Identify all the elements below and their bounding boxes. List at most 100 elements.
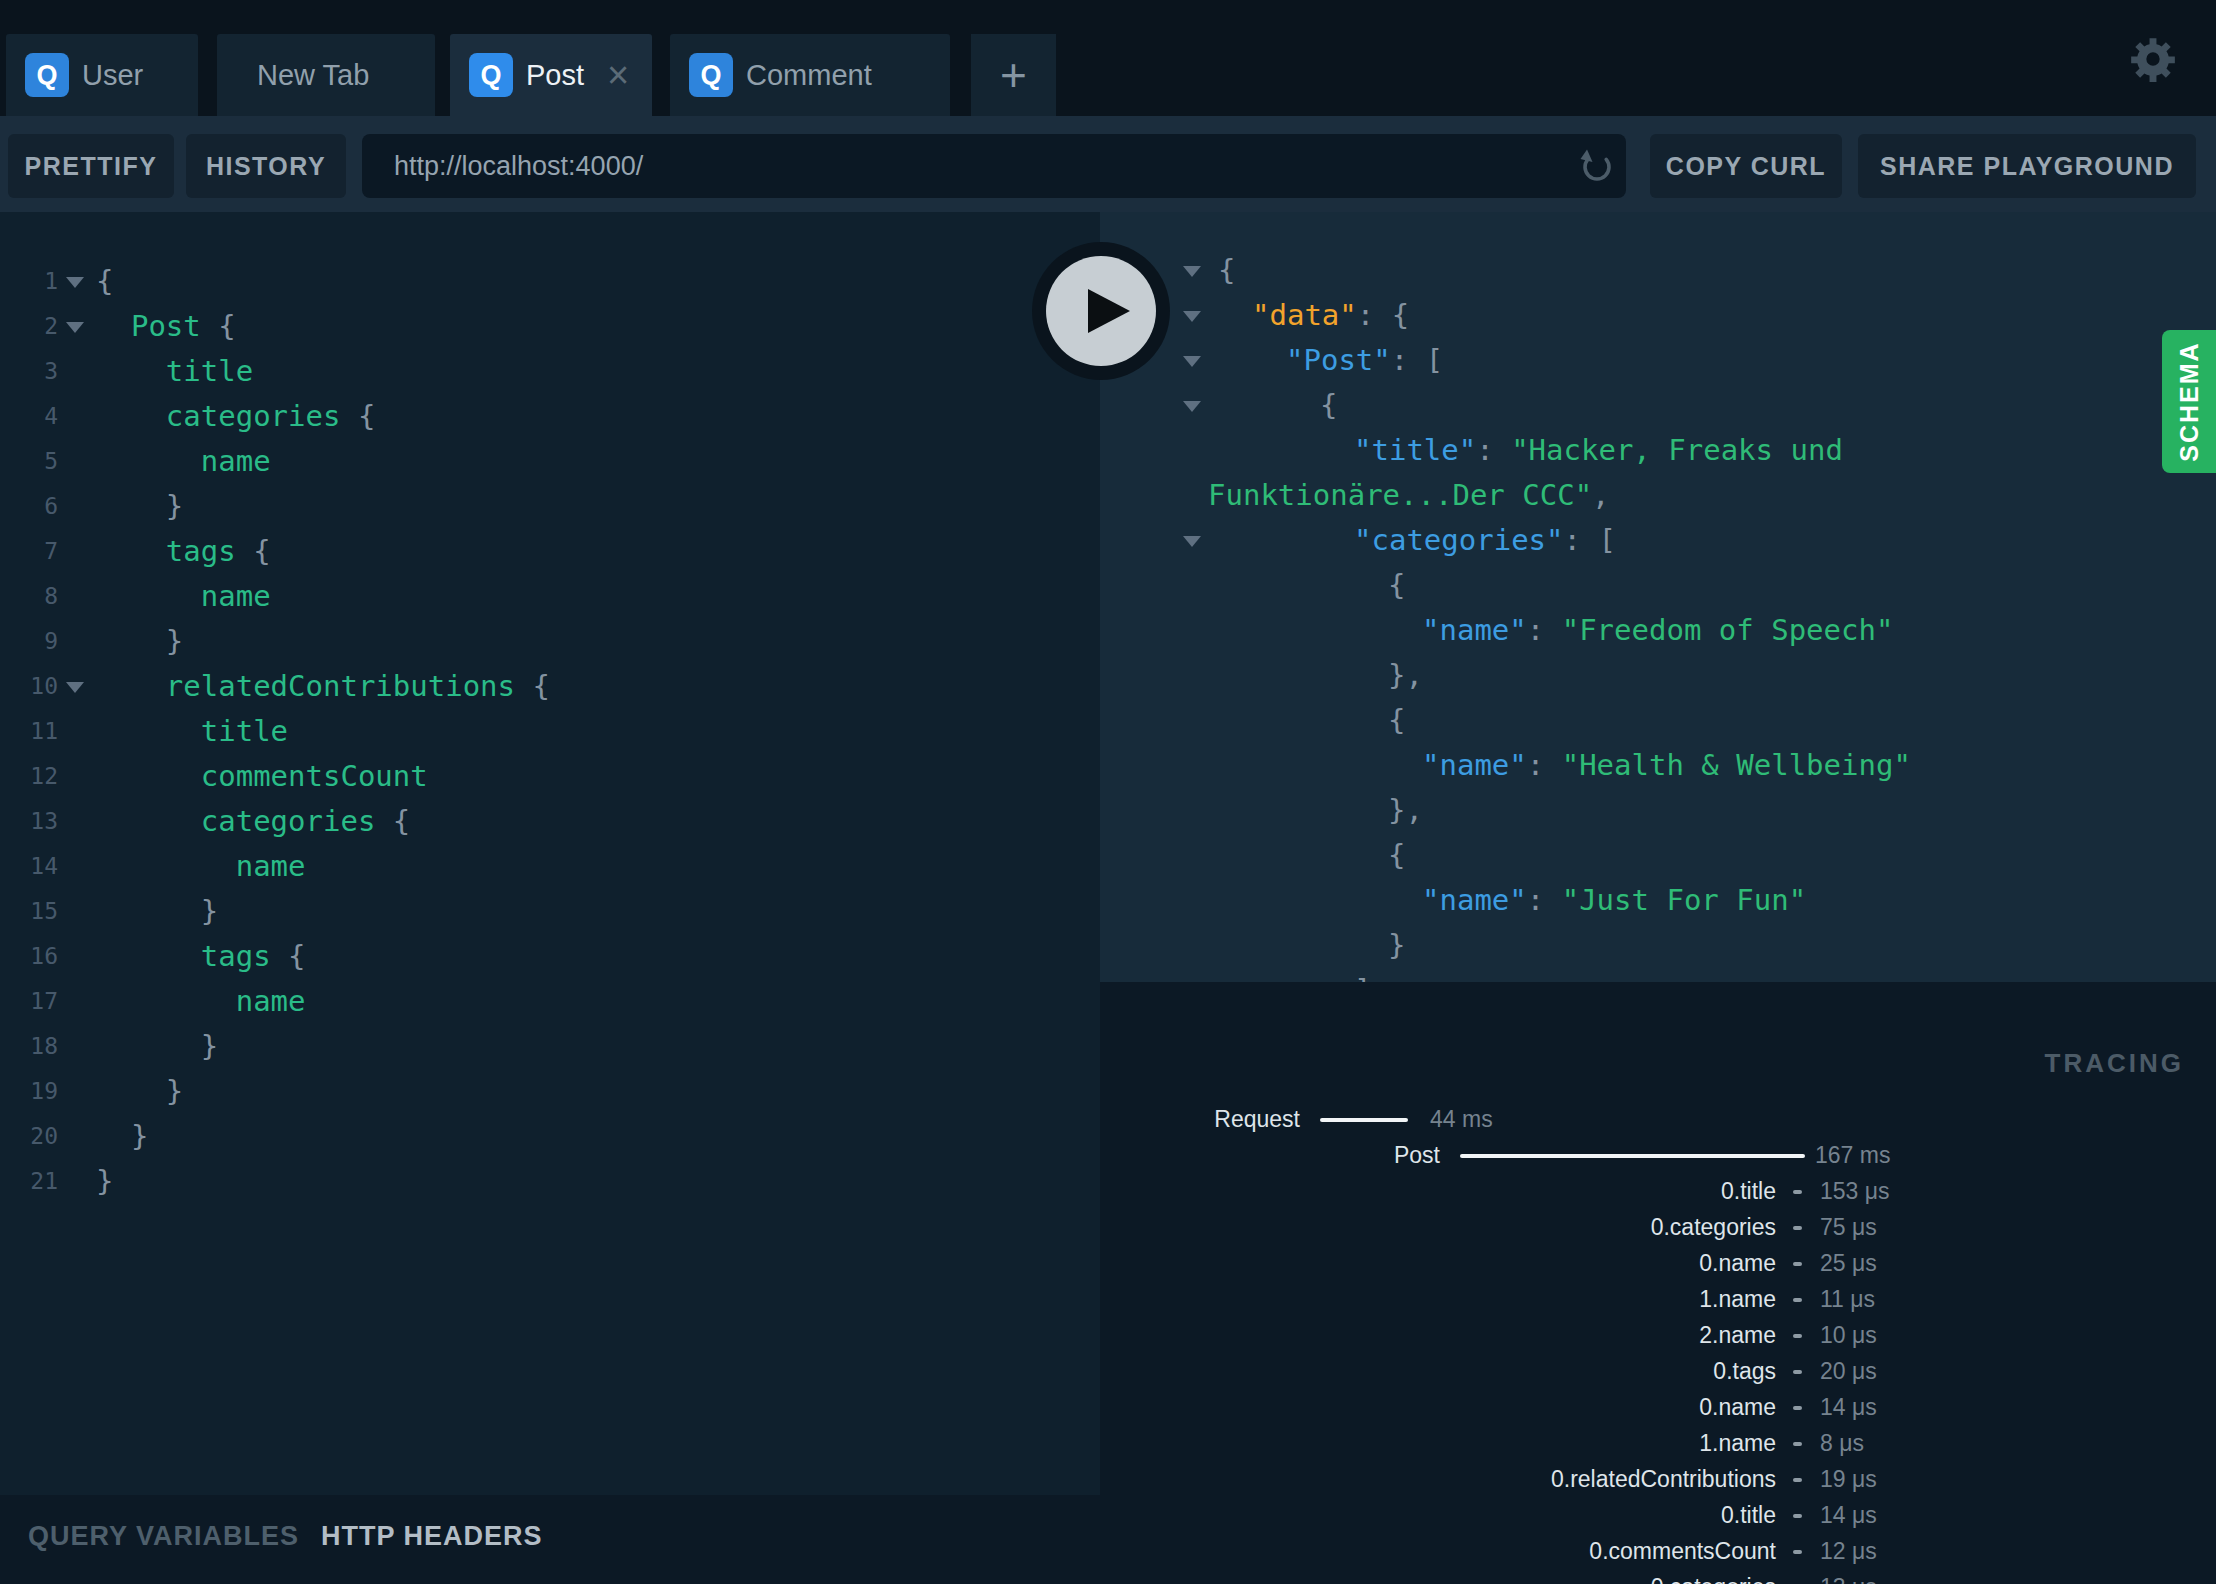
fold-arrow-icon[interactable]: [66, 277, 84, 288]
add-tab-button[interactable]: +: [971, 34, 1056, 116]
response-line: "name": "Freedom of Speech": [1100, 608, 2216, 653]
response-line: "title": "Hacker, Freaks und: [1100, 428, 2216, 473]
share-playground-button[interactable]: SHARE PLAYGROUND: [1858, 134, 2196, 198]
query-badge: Q: [469, 53, 513, 97]
query-line: 1{: [0, 259, 1100, 304]
trace-field-duration: 8 μs: [1820, 1430, 1864, 1457]
trace-field-duration: 12 μs: [1820, 1538, 1877, 1565]
fold-arrow-icon[interactable]: [66, 322, 84, 333]
line-number: 4: [0, 394, 58, 439]
query-badge: Q: [25, 53, 69, 97]
trace-field-bar: [1793, 1478, 1802, 1482]
line-number: 19: [0, 1069, 58, 1114]
schema-tab-button[interactable]: SCHEMA: [2162, 330, 2216, 473]
line-number: 5: [0, 439, 58, 484]
tab-label: New Tab: [257, 59, 369, 92]
tab-query-variables[interactable]: QUERY VARIABLES: [28, 1521, 299, 1552]
query-line: 7 tags {: [0, 529, 1100, 574]
trace-span-label: Request: [1214, 1106, 1300, 1133]
query-line: 6 }: [0, 484, 1100, 529]
execute-button[interactable]: [1032, 242, 1170, 380]
fold-arrow-icon[interactable]: [1183, 356, 1201, 367]
line-number: 21: [0, 1159, 58, 1204]
response-line: "categories": [: [1100, 518, 2216, 563]
line-number: 2: [0, 304, 58, 349]
line-number: 12: [0, 754, 58, 799]
query-line: 20 }: [0, 1114, 1100, 1159]
copy-curl-button[interactable]: COPY CURL: [1650, 134, 1842, 198]
trace-field-label: 1.name: [1699, 1430, 1776, 1457]
reload-icon[interactable]: [1577, 146, 1617, 186]
trace-span-bar: [1460, 1154, 1805, 1158]
play-icon: [1088, 289, 1130, 333]
query-editor[interactable]: 1{2 Post {3 title4 categories {5 name6 }…: [0, 212, 1100, 1495]
trace-field-duration: 75 μs: [1820, 1214, 1877, 1241]
tab-http-headers[interactable]: HTTP HEADERS: [321, 1521, 543, 1552]
response-line: ]: [1100, 968, 2216, 982]
top-bar: QUser New Tab Q Post × Q Comment +: [0, 0, 2216, 116]
trace-field-duration: 14 μs: [1820, 1502, 1877, 1529]
tab-new-tab[interactable]: New Tab: [217, 34, 435, 116]
response-line: }: [1100, 923, 2216, 968]
query-line: 19 }: [0, 1069, 1100, 1114]
response-line: "Post": [: [1100, 338, 2216, 383]
query-line: 5 name: [0, 439, 1100, 484]
fold-arrow-icon[interactable]: [1183, 266, 1201, 277]
response-line: "name": "Just For Fun": [1100, 878, 2216, 923]
tracing-panel: TRACING Request44 msPost167 ms0.title153…: [1100, 982, 2216, 1584]
trace-field-label: 0.title: [1721, 1502, 1776, 1529]
tab-label: Post: [526, 59, 584, 92]
trace-field-duration: 11 μs: [1820, 1286, 1875, 1313]
query-line: 3 title: [0, 349, 1100, 394]
query-line: 12 commentsCount: [0, 754, 1100, 799]
trace-field-duration: 20 μs: [1820, 1358, 1877, 1385]
response-line: {: [1100, 248, 2216, 293]
trace-field-duration: 13 μs: [1820, 1574, 1877, 1584]
endpoint-url-input[interactable]: http://localhost:4000/: [362, 134, 1626, 198]
trace-field-bar: [1793, 1226, 1802, 1230]
tab-comment[interactable]: Q Comment: [670, 34, 950, 116]
line-number: 3: [0, 349, 58, 394]
trace-field-duration: 153 μs: [1820, 1178, 1890, 1205]
trace-field-label: 1.name: [1699, 1286, 1776, 1313]
toolbar: PRETTIFY HISTORY http://localhost:4000/ …: [0, 116, 2216, 212]
response-line: },: [1100, 788, 2216, 833]
response-viewer: {"data": {"Post": [{"title": "Hacker, Fr…: [1100, 212, 2216, 982]
tab-post[interactable]: Q Post ×: [450, 34, 652, 116]
query-line: 15 }: [0, 889, 1100, 934]
line-number: 17: [0, 979, 58, 1024]
trace-field-duration: 14 μs: [1820, 1394, 1877, 1421]
response-line: "data": {: [1100, 293, 2216, 338]
query-line: 18 }: [0, 1024, 1100, 1069]
trace-field-bar: [1793, 1190, 1802, 1194]
fold-arrow-icon[interactable]: [1183, 536, 1201, 547]
fold-arrow-icon[interactable]: [66, 682, 84, 693]
line-number: 18: [0, 1024, 58, 1069]
fold-arrow-icon[interactable]: [1183, 401, 1201, 412]
trace-field-duration: 19 μs: [1820, 1466, 1877, 1493]
query-badge: Q: [689, 53, 733, 97]
history-button[interactable]: HISTORY: [186, 134, 346, 198]
trace-field-label: 0.relatedContributions: [1551, 1466, 1776, 1493]
tab-label: Comment: [746, 59, 872, 92]
trace-field-label: 0.name: [1699, 1394, 1776, 1421]
fold-arrow-icon[interactable]: [1183, 311, 1201, 322]
response-line: },: [1100, 653, 2216, 698]
query-line: 9 }: [0, 619, 1100, 664]
line-number: 6: [0, 484, 58, 529]
trace-field-bar: [1793, 1406, 1802, 1410]
line-number: 11: [0, 709, 58, 754]
line-number: 15: [0, 889, 58, 934]
tab-user[interactable]: QUser: [6, 34, 198, 116]
response-line: "name": "Health & Wellbeing": [1100, 743, 2216, 788]
close-tab-icon[interactable]: ×: [607, 56, 629, 94]
settings-gear-icon[interactable]: [2130, 36, 2176, 82]
trace-field-label: 0.tags: [1713, 1358, 1776, 1385]
trace-field-label: 0.categories: [1651, 1574, 1776, 1584]
prettify-button[interactable]: PRETTIFY: [8, 134, 174, 198]
trace-field-bar: [1793, 1370, 1802, 1374]
trace-span-bar: [1320, 1118, 1408, 1122]
trace-field-label: 0.name: [1699, 1250, 1776, 1277]
trace-field-label: 0.commentsCount: [1589, 1538, 1776, 1565]
query-line: 8 name: [0, 574, 1100, 619]
